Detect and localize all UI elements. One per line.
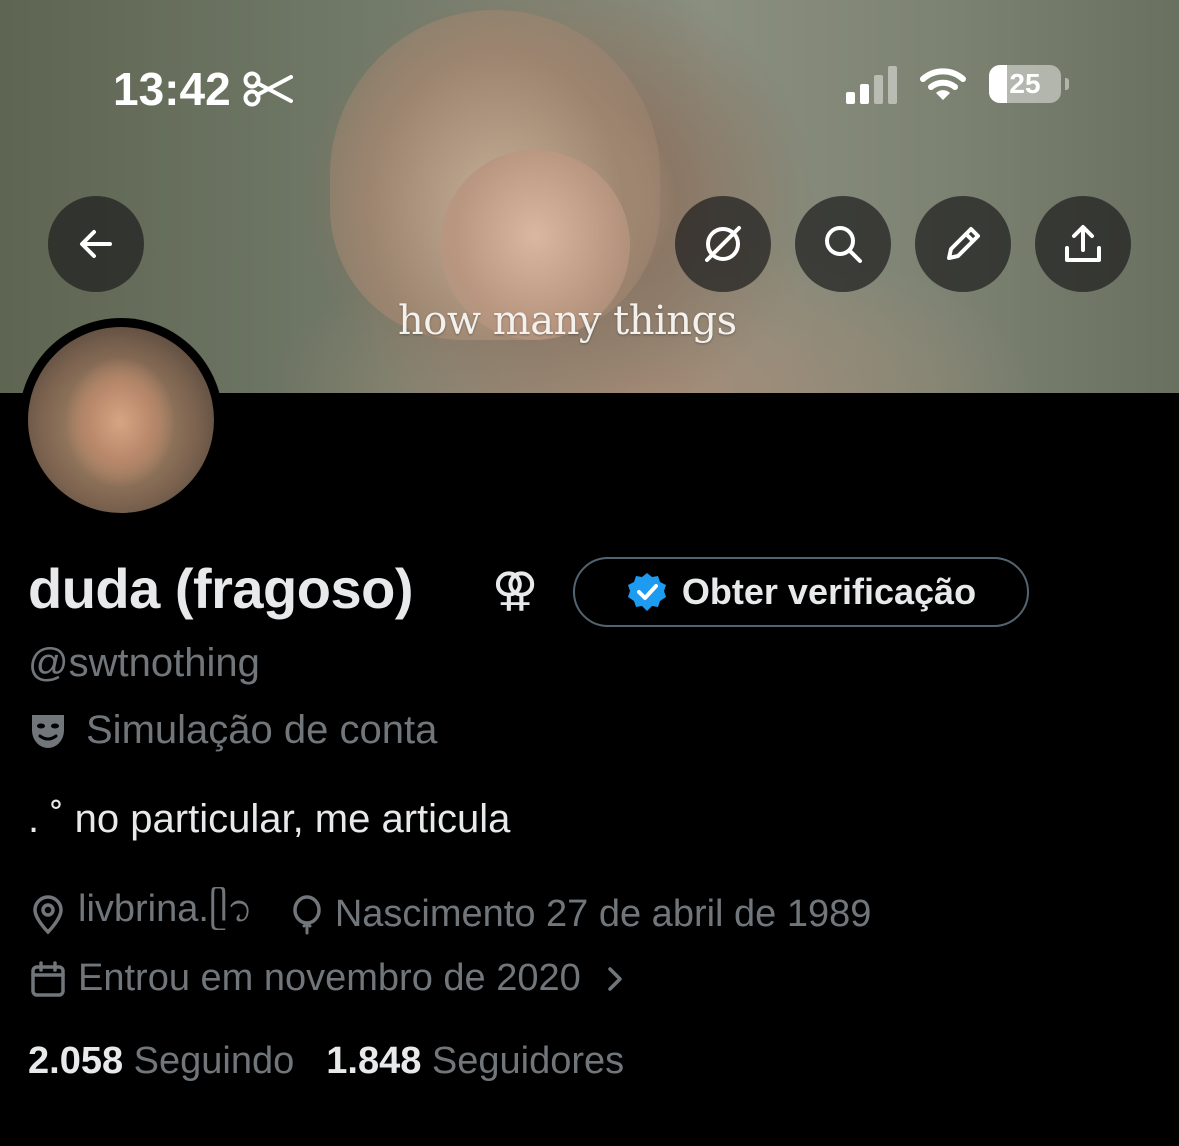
search-button[interactable]	[795, 196, 891, 292]
location-pin-icon	[33, 894, 63, 934]
parody-label: Simulação de conta	[86, 708, 438, 752]
birthday-text: Nascimento 27 de abril de 1989	[334, 893, 872, 935]
grok-button[interactable]	[675, 196, 771, 292]
grok-icon	[705, 226, 741, 262]
parody-label-row: Simulação de conta	[28, 708, 437, 753]
search-icon	[825, 226, 862, 263]
followers-count: 1.848	[326, 1040, 422, 1082]
battery-level: 25	[1009, 68, 1041, 99]
banner-caption: how many things	[398, 298, 737, 344]
get-verified-label: Obter verificação	[681, 571, 977, 612]
wifi-icon	[920, 68, 966, 100]
user-handle: @swtnothing	[28, 641, 260, 685]
following-count: 2.058	[28, 1040, 124, 1082]
profile-meta-row: livbrina.ᥫ᭡ Nascimento 27 de abril de 19…	[28, 880, 871, 949]
following-label: Seguindo	[133, 1040, 295, 1082]
balloon-icon	[293, 894, 321, 934]
follow-stats: 2.058 Seguindo 1.848 Seguidores	[28, 1040, 624, 1083]
calendar-icon	[31, 960, 65, 997]
followers-link[interactable]: 1.848 Seguidores	[326, 1040, 624, 1083]
avatar-photo	[28, 327, 214, 513]
status-bar-indicators: 25	[846, 64, 1069, 104]
scissors-icon	[243, 71, 293, 107]
birthday: Nascimento 27 de abril de 1989	[289, 893, 872, 936]
joined-row[interactable]: Entrou em novembro de 2020	[28, 957, 629, 1000]
profile-bio: . ˚ no particular, me articula	[28, 797, 511, 841]
avatar[interactable]	[19, 318, 223, 522]
clock-time: 13:42	[113, 63, 231, 115]
location: livbrina.ᥫ᭡	[28, 880, 253, 949]
status-bar-time: 13:42	[113, 62, 293, 116]
following-link[interactable]: 2.058 Seguindo	[28, 1040, 294, 1083]
cell-signal-icon	[846, 64, 897, 104]
location-text: livbrina.ᥫ᭡	[78, 888, 253, 930]
share-icon	[1065, 225, 1101, 262]
joined-text: Entrou em novembro de 2020	[78, 957, 581, 999]
joined-date[interactable]: Entrou em novembro de 2020	[28, 957, 629, 1000]
display-name: duda (fragoso)	[28, 557, 413, 620]
theater-mask-icon	[32, 714, 64, 748]
edit-button[interactable]	[915, 196, 1011, 292]
pencil-icon	[947, 227, 980, 260]
followers-label: Seguidores	[431, 1040, 625, 1082]
verified-badge-icon	[627, 573, 666, 611]
chevron-right-icon	[608, 966, 622, 991]
arrow-left-icon	[80, 230, 112, 258]
back-button[interactable]	[48, 196, 144, 292]
share-button[interactable]	[1035, 196, 1131, 292]
battery-icon: 25	[989, 65, 1069, 103]
get-verified-button[interactable]: Obter verificação	[573, 557, 1029, 627]
name-symbol: ⚢	[492, 563, 539, 615]
